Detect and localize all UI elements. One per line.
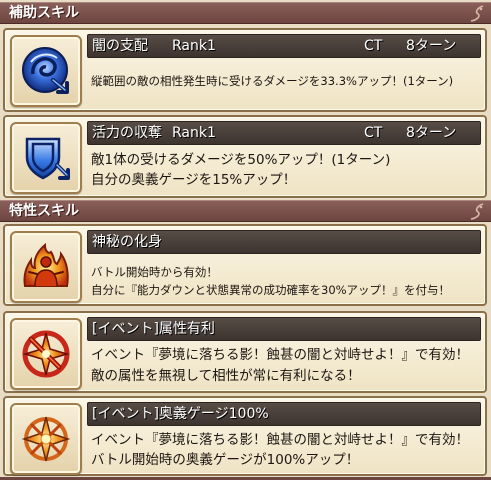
skill-description-line-1: 敵1体の受けるダメージを50%アップ！(1ターン) <box>91 152 391 168</box>
section-header-support: 補助スキル <box>0 2 491 24</box>
skill-description-line-2: 自分の奥義ゲージを15%アップ！ <box>91 172 297 188</box>
skill-rank: Rank1 <box>172 38 216 54</box>
trait-card-3[interactable]: [イベント]奥義ゲージ100% イベント『夢境に落ちる影！蝕甚の闇と対峙せよ！』… <box>3 396 487 476</box>
skill-rank: Rank1 <box>172 125 216 141</box>
ornament-icon <box>470 5 484 22</box>
trait-icon-frame-2 <box>10 318 82 390</box>
skill-name: 活力の収奪 <box>92 125 162 141</box>
skill-ct-value: 8ターン <box>406 38 457 54</box>
skill-title-bar-1: 闇の支配 Rank1 CT 8ターン <box>87 34 481 58</box>
trait-card-1[interactable]: 神秘の化身 バトル開始時から有効！ 自分に『能力ダウンと状態異常の成功確率を30… <box>3 224 487 306</box>
trait-name: [イベント]属性有利 <box>92 321 215 337</box>
skill-name: 闇の支配 <box>92 38 148 54</box>
shield-arrow-icon <box>25 137 70 180</box>
trait-name: 神秘の化身 <box>92 234 162 250</box>
trait-description-line-1: バトル開始時から有効！ <box>91 265 218 279</box>
dark-swirl-arrow-icon <box>22 47 69 94</box>
section-title-trait: 特性スキル <box>9 203 79 219</box>
trait-title-bar-3: [イベント]奥義ゲージ100% <box>87 402 481 426</box>
trait-description-line-2: 敵の属性を無視して相性が常に有利になる！ <box>91 368 361 384</box>
trait-description-line-1: イベント『夢境に落ちる影！蝕甚の闇と対峙せよ！』で有効！ <box>91 432 469 448</box>
flaming-figure-icon <box>23 242 69 287</box>
ornament-icon <box>470 203 484 220</box>
skill-icon-frame-1 <box>10 35 82 107</box>
skill-ct-label: CT <box>364 125 383 141</box>
red-star-burst-icon <box>22 330 70 378</box>
skill-description: 縦範囲の敵の相性発生時に受けるダメージを33.3%アップ！(1ターン) <box>91 74 454 88</box>
skill-title-bar-2: 活力の収奪 Rank1 CT 8ターン <box>87 121 481 145</box>
skill-card-2[interactable]: 活力の収奪 Rank1 CT 8ターン 敵1体の受けるダメージを50%アップ！(… <box>3 115 487 198</box>
trait-icon-frame-1 <box>10 231 82 303</box>
skill-ct-value: 8ターン <box>406 125 457 141</box>
trait-description-line-1: イベント『夢境に落ちる影！蝕甚の闇と対峙せよ！』で有効！ <box>91 347 469 363</box>
trait-card-2[interactable]: [イベント]属性有利 イベント『夢境に落ちる影！蝕甚の闇と対峙せよ！』で有効！ … <box>3 311 487 393</box>
skill-icon-frame-2 <box>10 122 82 194</box>
trait-title-bar-1: 神秘の化身 <box>87 230 481 254</box>
trait-icon-frame-3 <box>10 403 82 475</box>
trait-description-line-2: 自分に『能力ダウンと状態異常の成功確率を30%アップ！』を付与！ <box>91 283 451 297</box>
trait-title-bar-2: [イベント]属性有利 <box>87 317 481 341</box>
orange-star-burst-icon <box>21 416 71 462</box>
skill-ct-label: CT <box>364 38 383 54</box>
skill-card-1[interactable]: 闇の支配 Rank1 CT 8ターン 縦範囲の敵の相性発生時に受けるダメージを3… <box>3 28 487 112</box>
section-header-trait: 特性スキル <box>0 200 491 222</box>
trait-name: [イベント]奥義ゲージ100% <box>92 406 269 422</box>
trait-description-line-2: バトル開始時の奥義ゲージが100%アップ！ <box>91 452 360 468</box>
section-title-support: 補助スキル <box>9 5 79 21</box>
